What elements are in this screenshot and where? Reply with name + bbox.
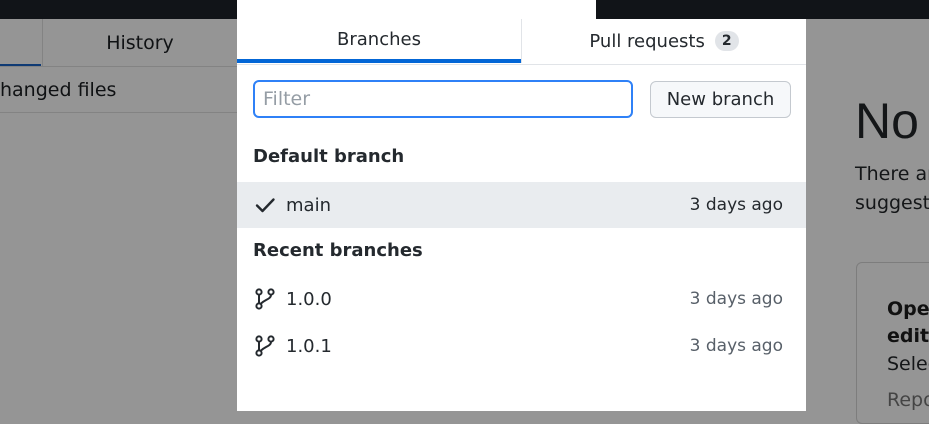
tab-pull-requests-label: Pull requests [589, 30, 705, 52]
branch-time: 3 days ago [689, 195, 783, 215]
tab-branches-label: Branches [337, 28, 421, 50]
changed-files-header: hanged files [0, 67, 237, 112]
branch-name: main [286, 194, 331, 216]
branch-dropdown-button[interactable] [237, 0, 596, 19]
card-title-line: Oper [887, 298, 929, 320]
suggestion-card-text: Selec Repo [887, 352, 929, 424]
tab-history-label: History [106, 32, 174, 54]
branch-time: 3 days ago [689, 289, 783, 309]
branch-time: 3 days ago [689, 336, 783, 356]
tab-history[interactable]: History [42, 19, 237, 67]
no-changes-heading: No [855, 93, 919, 149]
branch-item-main[interactable]: main 3 days ago [237, 182, 806, 228]
new-branch-button[interactable]: New branch [650, 81, 791, 118]
tab-changes[interactable] [0, 19, 41, 67]
card-text-line: Selec [887, 353, 929, 375]
tab-branches[interactable]: Branches [237, 19, 521, 63]
git-branch-icon [255, 335, 275, 357]
recent-branches-header: Recent branches [253, 240, 423, 261]
branch-item[interactable]: 1.0.1 3 days ago [237, 323, 806, 369]
description-line: There ar [855, 163, 929, 185]
suggestion-card-title: Oper edito [887, 296, 929, 350]
tab-pull-requests[interactable]: Pull requests 2 [521, 19, 806, 63]
git-branch-icon [255, 288, 275, 310]
changed-files-label: hanged files [0, 78, 117, 101]
branch-name: 1.0.1 [286, 335, 332, 357]
branch-item[interactable]: 1.0.0 3 days ago [237, 276, 806, 322]
description-line: suggesti [855, 192, 929, 214]
card-text-line: Repo [887, 389, 929, 411]
pull-requests-count-badge: 2 [714, 31, 739, 51]
new-branch-label: New branch [666, 89, 775, 110]
no-changes-description: There ar suggesti [855, 160, 929, 218]
changes-list [0, 113, 237, 411]
default-branch-header: Default branch [253, 146, 405, 167]
branch-popover: Branches Pull requests 2 New branch Defa… [237, 19, 806, 411]
popover-tabs: Branches Pull requests 2 [237, 19, 806, 65]
check-icon [255, 198, 275, 213]
branch-filter-input[interactable] [253, 80, 633, 118]
branch-name: 1.0.0 [286, 288, 332, 310]
card-title-line: edito [887, 325, 929, 347]
